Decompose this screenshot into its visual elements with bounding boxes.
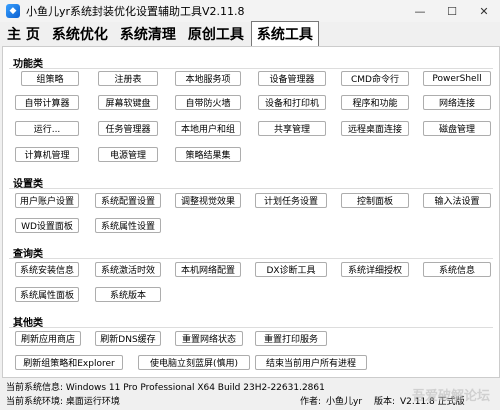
group-policy-button[interactable]: 组策略 xyxy=(21,71,79,86)
maximize-button[interactable]: ☐ xyxy=(436,0,468,22)
devices-printers-button[interactable]: 设备和打印机 xyxy=(258,95,326,110)
license-details-button[interactable]: 系统详细授权 xyxy=(341,262,409,277)
powershell-button[interactable]: PowerShell xyxy=(423,71,491,86)
system-properties-panel-button[interactable]: 系统属性面板 xyxy=(15,287,79,302)
section-divider xyxy=(9,68,493,69)
close-button[interactable]: ✕ xyxy=(468,0,500,22)
network-config-button[interactable]: 本机网络配置 xyxy=(175,262,241,277)
control-panel-button[interactable]: 控制面板 xyxy=(341,193,409,208)
flush-dns-button[interactable]: 刷新DNS缓存 xyxy=(95,331,161,346)
calculator-button[interactable]: 自带计算器 xyxy=(15,95,79,110)
tab-system-clean[interactable]: 系统清理 xyxy=(115,22,181,46)
visual-effects-button[interactable]: 调整视觉效果 xyxy=(175,193,241,208)
system-properties-settings-button[interactable]: 系统属性设置 xyxy=(95,218,161,233)
watermark: 吾爱破解论坛 xyxy=(411,389,490,404)
cmd-button[interactable]: CMD命令行 xyxy=(341,71,409,86)
install-info-button[interactable]: 系统安装信息 xyxy=(15,262,79,277)
system-env-status: 当前系统环境: 桌面运行环境 xyxy=(6,397,120,407)
run-button[interactable]: 运行... xyxy=(15,121,79,136)
system-info-button[interactable]: 系统信息 xyxy=(423,262,491,277)
task-manager-button[interactable]: 任务管理器 xyxy=(98,121,158,136)
msconfig-button[interactable]: 系统配置设置 xyxy=(95,193,161,208)
input-method-button[interactable]: 输入法设置 xyxy=(423,193,491,208)
version-label: 版本: xyxy=(374,397,396,407)
refresh-gp-explorer-button[interactable]: 刷新组策略和Explorer xyxy=(15,355,123,370)
local-users-groups-button[interactable]: 本地用户和组 xyxy=(175,121,241,136)
reset-network-button[interactable]: 重置网络状态 xyxy=(175,331,243,346)
user-accounts-button[interactable]: 用户账户设置 xyxy=(15,193,79,208)
fish-icon: ◆ xyxy=(6,4,20,18)
refresh-store-button[interactable]: 刷新应用商店 xyxy=(15,331,81,346)
tab-bar: 主 页 系统优化 系统清理 原创工具 系统工具 xyxy=(0,21,500,46)
system-version-button[interactable]: 系统版本 xyxy=(95,287,161,302)
tab-home[interactable]: 主 页 xyxy=(2,22,45,46)
activation-status-button[interactable]: 系统激活时效 xyxy=(95,262,161,277)
dxdiag-button[interactable]: DX诊断工具 xyxy=(255,262,327,277)
programs-features-button[interactable]: 程序和功能 xyxy=(341,95,409,110)
section-divider xyxy=(9,258,493,259)
author-label: 作者: xyxy=(300,397,322,407)
rsop-button[interactable]: 策略结果集 xyxy=(175,147,241,162)
shared-folders-button[interactable]: 共享管理 xyxy=(258,121,326,136)
title-bar: ◆ 小鱼儿yr系统封装优化设置辅助工具V2.11.8 — ☐ ✕ xyxy=(0,0,500,22)
reset-print-spooler-button[interactable]: 重置打印服务 xyxy=(255,331,327,346)
section-divider xyxy=(9,327,493,328)
disk-management-button[interactable]: 磁盘管理 xyxy=(423,121,491,136)
system-info-status: 当前系统信息: Windows 11 Pro Professional X64 … xyxy=(6,383,325,393)
wd-settings-button[interactable]: WD设置面板 xyxy=(15,218,79,233)
remote-desktop-button[interactable]: 远程桌面连接 xyxy=(341,121,409,136)
minimize-button[interactable]: — xyxy=(404,0,436,22)
firewall-button[interactable]: 自带防火墙 xyxy=(175,95,241,110)
section-divider xyxy=(9,188,493,189)
local-services-button[interactable]: 本地服务项 xyxy=(175,71,241,86)
window-title: 小鱼儿yr系统封装优化设置辅助工具V2.11.8 xyxy=(26,5,245,18)
task-scheduler-button[interactable]: 计划任务设置 xyxy=(255,193,327,208)
onscreen-keyboard-button[interactable]: 屏幕软键盘 xyxy=(98,95,158,110)
author-name: 小鱼儿yr xyxy=(326,397,363,407)
tools-panel: 功能类 组策略 注册表 本地服务项 设备管理器 CMD命令行 PowerShel… xyxy=(2,46,500,378)
computer-management-button[interactable]: 计算机管理 xyxy=(15,147,79,162)
window-controls: — ☐ ✕ xyxy=(404,0,500,22)
tab-original-tools[interactable]: 原创工具 xyxy=(183,22,249,46)
kill-user-processes-button[interactable]: 结束当前用户所有进程 xyxy=(255,355,367,370)
device-manager-button[interactable]: 设备管理器 xyxy=(258,71,326,86)
registry-button[interactable]: 注册表 xyxy=(98,71,158,86)
trigger-bsod-button[interactable]: 使电脑立刻蓝屏(慎用) xyxy=(138,355,250,370)
tab-system-tools[interactable]: 系统工具 xyxy=(250,21,319,46)
power-options-button[interactable]: 电源管理 xyxy=(98,147,158,162)
tab-system-optimize[interactable]: 系统优化 xyxy=(47,22,113,46)
network-connections-button[interactable]: 网络连接 xyxy=(423,95,491,110)
